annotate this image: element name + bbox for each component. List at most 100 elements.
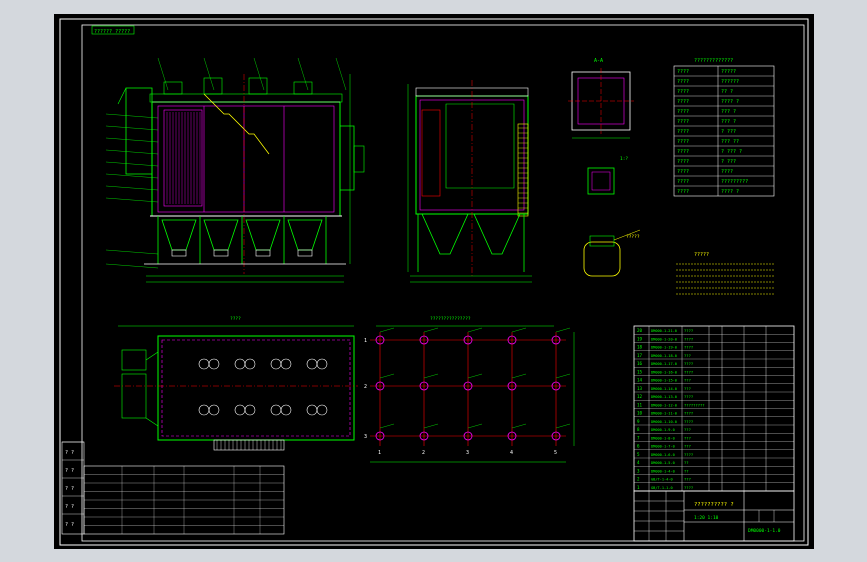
bom-name: ??? [684,386,691,391]
plan-hole [244,404,256,416]
bom-no: 19 [637,336,643,341]
footing-leader [511,423,527,429]
bom-no: 4 [637,460,640,465]
leader-line [105,161,159,167]
leader-line [105,113,159,119]
param-label: ???? [677,69,689,75]
plan-hole [316,404,328,416]
bom-code: DM000-1-11-0 [651,412,677,416]
param-label: ???? [677,129,689,135]
plan-hole [306,358,318,370]
footing-leader [423,327,439,333]
plan-hole [208,358,220,370]
plan-hole [244,358,256,370]
grid-dim: ??????????????? [430,316,471,322]
param-label: ???? [677,79,689,85]
bom-name: ??? [684,353,691,358]
leader-line [105,173,159,179]
section-label: A-A [594,58,603,64]
bom-code: DM000-1-20-0 [651,337,677,341]
footing-leader [379,423,395,429]
bom-no: 6 [637,444,640,449]
plan-hole [234,404,246,416]
param-value: ? ??? [721,159,736,165]
plan-hole [280,404,292,416]
front-view [105,57,365,283]
bom-code: DM000-1-15-0 [651,379,677,383]
parameter-table: ????????????? ???????????????????????? ? … [673,58,775,197]
param-label: ???? [677,189,689,195]
bom-name: ???? [684,328,693,333]
bom-code: DM000-1-5-0 [651,461,675,465]
drawing-viewport[interactable]: ?????? ????? A-A 1:? ????? ?????????????… [54,14,814,549]
footing-leader [467,327,483,333]
grid-col-label: 1 [378,450,381,456]
bom-name: ???? [684,345,693,350]
bom-code: DM000-1-21-0 [651,329,677,333]
grid-row-label: 3 [364,434,367,440]
bom-no: 15 [637,369,643,374]
grid-row-label: 1 [364,338,367,344]
plan-view: ???? [114,316,358,451]
rev-label: ? ? [65,486,74,492]
bom-code: DM000-1-18-0 [651,354,677,358]
param-label: ???? [677,179,689,185]
bom-name: ???? [684,485,693,490]
bom-no: 14 [637,378,643,383]
plan-hole [306,404,318,416]
leader-line [105,197,159,203]
bom-name: ????????? [684,402,705,407]
technical-notes: ????? [676,252,774,295]
plan-hole [198,358,210,370]
footing-leader [379,327,395,333]
param-label: ???? [677,149,689,155]
rev-label: ? ? [65,522,74,528]
bom-no: 20 [637,328,643,333]
rev-label: ? ? [65,450,74,456]
param-value: ????????? [721,179,748,185]
bom-name: ???? [684,369,693,374]
bom-code: DM000-1-12-0 [651,403,677,407]
drawing-name: ?????????? ? [694,502,734,508]
bom-name: ???? [684,336,693,341]
footing-leader [379,373,395,379]
leader-line [297,57,309,91]
param-label: ???? [677,109,689,115]
footing-leader [467,373,483,379]
footing-leader [423,373,439,379]
plan-hole [316,358,328,370]
leader-line [203,57,215,91]
param-value: ???? [721,169,733,175]
revision-block: ? ? ? ? ? ? ? ? ? ? [61,441,285,535]
cad-drawing-canvas[interactable]: ?????? ????? A-A 1:? ????? ?????????????… [54,14,814,549]
bom-code: DM000-1-19-0 [651,346,677,350]
bom-name: ???? [684,419,693,424]
drawing-number: DM0000-1-1.0 [748,528,781,534]
footing-leader [511,327,527,333]
footing-leader [467,423,483,429]
bom-code: DM000-1-4-0 [651,469,675,473]
bom-code: DM000-1-10-0 [651,420,677,424]
leader-line [105,185,159,191]
leader-line [253,57,265,91]
footing-leader [555,373,571,379]
bom-no: 10 [637,411,643,416]
rev-label: ? ? [65,468,74,474]
bom-code: DM000-1-6-0 [651,453,675,457]
bom-name: ???? [684,452,693,457]
bom-code: DM000-1-14-0 [651,387,677,391]
param-table-title: ????????????? [694,58,733,64]
plan-hole [270,404,282,416]
leader-line [157,57,169,91]
bom-code: DM000-1-9-0 [651,428,675,432]
bom-table: 20 DM000-1-21-0 ????19 DM000-1-20-0 ????18 DM… [633,325,795,492]
bom-code: DM000-1-17-0 [651,362,677,366]
grid-col-label: 5 [554,450,557,456]
detail-label: 1:? [620,156,628,162]
bom-name: ?? [684,468,689,473]
footing-leader [511,373,527,379]
leader-line [105,125,159,131]
bom-code: DM000-1-8-0 [651,436,675,440]
param-value: ??? ? [721,109,736,115]
bom-name: ??? [684,435,691,440]
